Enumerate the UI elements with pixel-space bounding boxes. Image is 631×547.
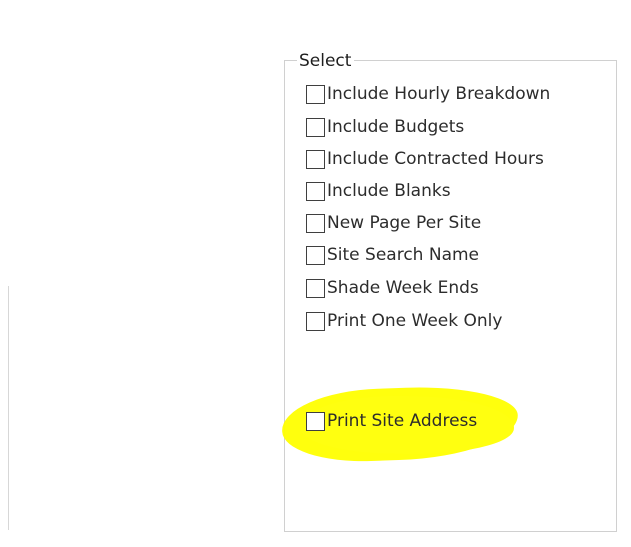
option-label: New Page Per Site (327, 213, 482, 233)
option-include-hourly-breakdown[interactable]: Include Hourly Breakdown (306, 83, 550, 105)
option-new-page-per-site[interactable]: New Page Per Site (306, 212, 481, 234)
option-include-blanks[interactable]: Include Blanks (306, 180, 451, 202)
option-site-search-name[interactable]: Site Search Name (306, 244, 479, 266)
left-divider (8, 286, 9, 530)
option-include-budgets[interactable]: Include Budgets (306, 116, 464, 138)
groupbox-title: Select (297, 50, 355, 72)
option-label: Include Hourly Breakdown (327, 84, 551, 104)
checkbox[interactable] (306, 181, 325, 201)
option-label: Print Site Address (327, 411, 478, 431)
option-label: Shade Week Ends (327, 278, 479, 298)
checkbox[interactable] (306, 117, 325, 137)
option-shade-week-ends[interactable]: Shade Week Ends (306, 277, 479, 299)
option-include-contracted-hours[interactable]: Include Contracted Hours (306, 148, 544, 170)
checkbox[interactable] (306, 84, 325, 104)
checkbox[interactable] (306, 311, 325, 331)
checkbox[interactable] (306, 278, 325, 298)
option-label: Include Budgets (327, 117, 465, 137)
checkbox[interactable] (306, 213, 325, 233)
option-label: Site Search Name (327, 245, 480, 265)
option-label: Include Blanks (327, 181, 451, 201)
option-print-site-address[interactable]: Print Site Address (306, 410, 477, 432)
checkbox[interactable] (306, 245, 325, 265)
checkbox[interactable] (306, 411, 325, 431)
option-label: Print One Week Only (327, 311, 503, 331)
option-print-one-week-only[interactable]: Print One Week Only (306, 310, 502, 332)
dialog-page: Select Include Hourly Breakdown Include … (0, 0, 631, 547)
option-label: Include Contracted Hours (327, 149, 544, 169)
checkbox[interactable] (306, 149, 325, 169)
